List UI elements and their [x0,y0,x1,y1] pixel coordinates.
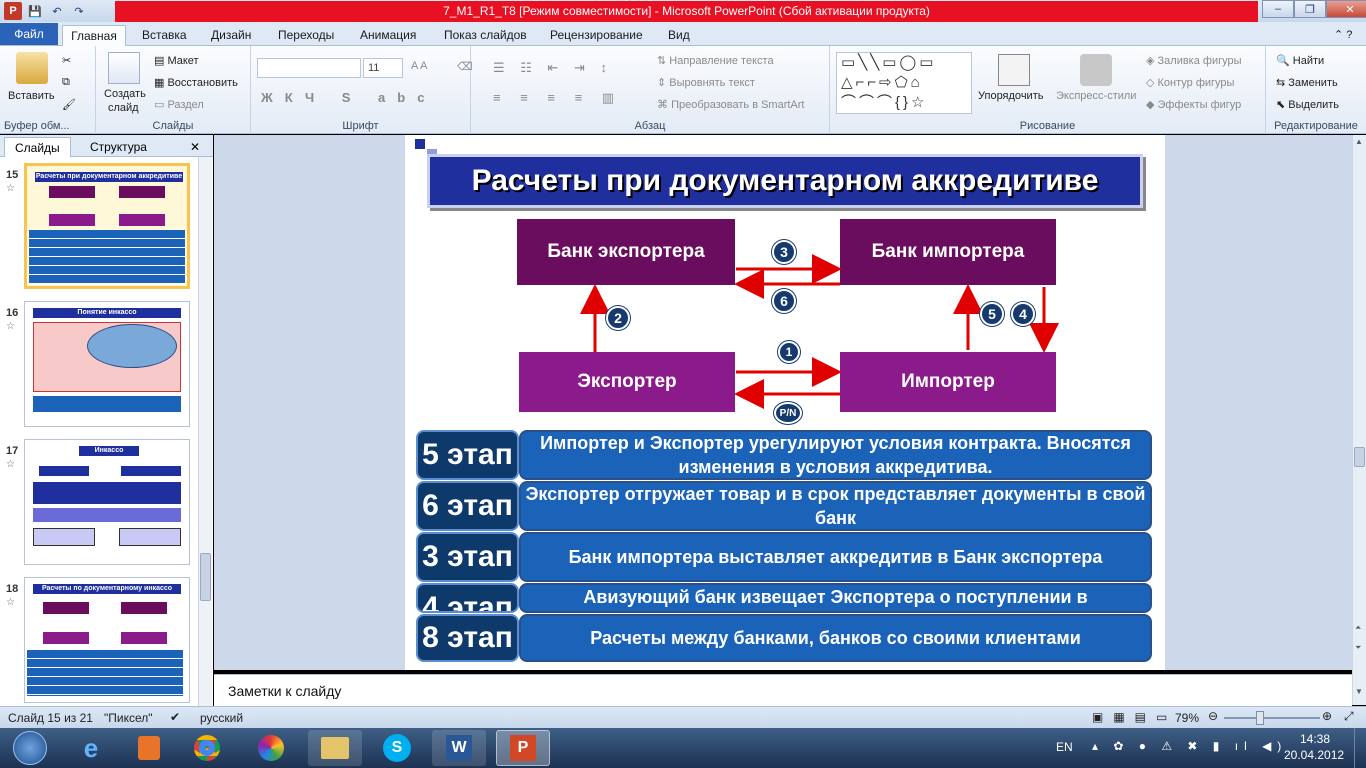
language[interactable]: русский [200,711,243,725]
powerpoint-icon[interactable]: P [496,730,550,766]
badge-6: 6 [772,289,796,313]
badge-pn: P/N [774,402,802,424]
next-slide-icon[interactable]: ⏷ [1355,643,1361,653]
stage-description: Экспортер отгружает товар и в срок предс… [519,481,1152,531]
stage-label: 4 этап [416,583,519,613]
spellcheck-icon[interactable]: ✔ [170,710,180,724]
stage-description: Расчеты между банками, банков со своими … [519,614,1152,662]
taskbar: e S W P EN ▴ ✿ ● ⚠ ✖ ▮ ıl ◀) 14:38 20.04… [0,728,1366,768]
slide-counter: Слайд 15 из 21 [8,711,93,725]
stage-label: 6 этап [416,481,519,531]
explorer-icon[interactable] [308,730,362,766]
scroll-up-icon[interactable]: ▲ [1355,137,1363,146]
theme-name: "Пиксел" [104,711,153,725]
view-buttons[interactable]: ▣▦▤▭ [1092,710,1177,724]
status-bar: Слайд 15 из 21 "Пиксел" ✔ русский ▣▦▤▭ 7… [0,706,1366,728]
chrome-icon[interactable] [180,730,234,766]
badge-2: 2 [606,306,630,330]
zoom-level[interactable]: 79% [1175,711,1199,725]
stage-label: 5 этап [416,430,519,480]
stage-label: 8 этап [416,614,519,662]
word-icon[interactable]: W [432,730,486,766]
zoom-in-icon[interactable]: ⊕ [1322,709,1332,723]
badge-5: 5 [980,302,1004,326]
start-button[interactable] [2,730,58,766]
stage-description: Банк импортера выставляет аккредитив в Б… [519,532,1152,582]
media-player-icon[interactable] [122,730,176,766]
notes-pane[interactable]: Заметки к слайду [214,674,1352,706]
zoom-slider[interactable] [1224,717,1320,719]
scroll-down-icon[interactable]: ▼ [1355,687,1363,696]
stage-description: Авизующий банк извещает Экспортера о пос… [519,583,1152,613]
stage-label: 3 этап [416,532,519,582]
tray-icons[interactable]: ▴ ✿ ● ⚠ ✖ ▮ ıl ◀) [1092,739,1287,753]
zoom-slider-thumb[interactable] [1256,711,1264,725]
badge-1: 1 [778,341,800,363]
slide-scroll-thumb[interactable] [1354,447,1365,467]
zoom-out-icon[interactable]: ⊖ [1208,709,1218,723]
badge-4: 4 [1011,302,1035,326]
show-desktop-button[interactable] [1354,728,1366,768]
clock-date[interactable]: 20.04.2012 [1284,748,1344,762]
slide-scrollbar[interactable]: ▲ ⏶ ⏷ ▼ [1352,135,1366,705]
picasa-icon[interactable] [244,730,298,766]
prev-slide-icon[interactable]: ⏶ [1355,623,1361,633]
stage-description: Импортер и Экспортер урегулируют условия… [519,430,1152,480]
badge-3: 3 [772,240,796,264]
clock-time[interactable]: 14:38 [1300,732,1330,746]
skype-icon[interactable]: S [370,730,424,766]
keyboard-language[interactable]: EN [1056,740,1073,754]
ie-icon[interactable]: e [64,730,118,766]
fit-slide-icon[interactable]: ⤢ [1344,709,1354,724]
